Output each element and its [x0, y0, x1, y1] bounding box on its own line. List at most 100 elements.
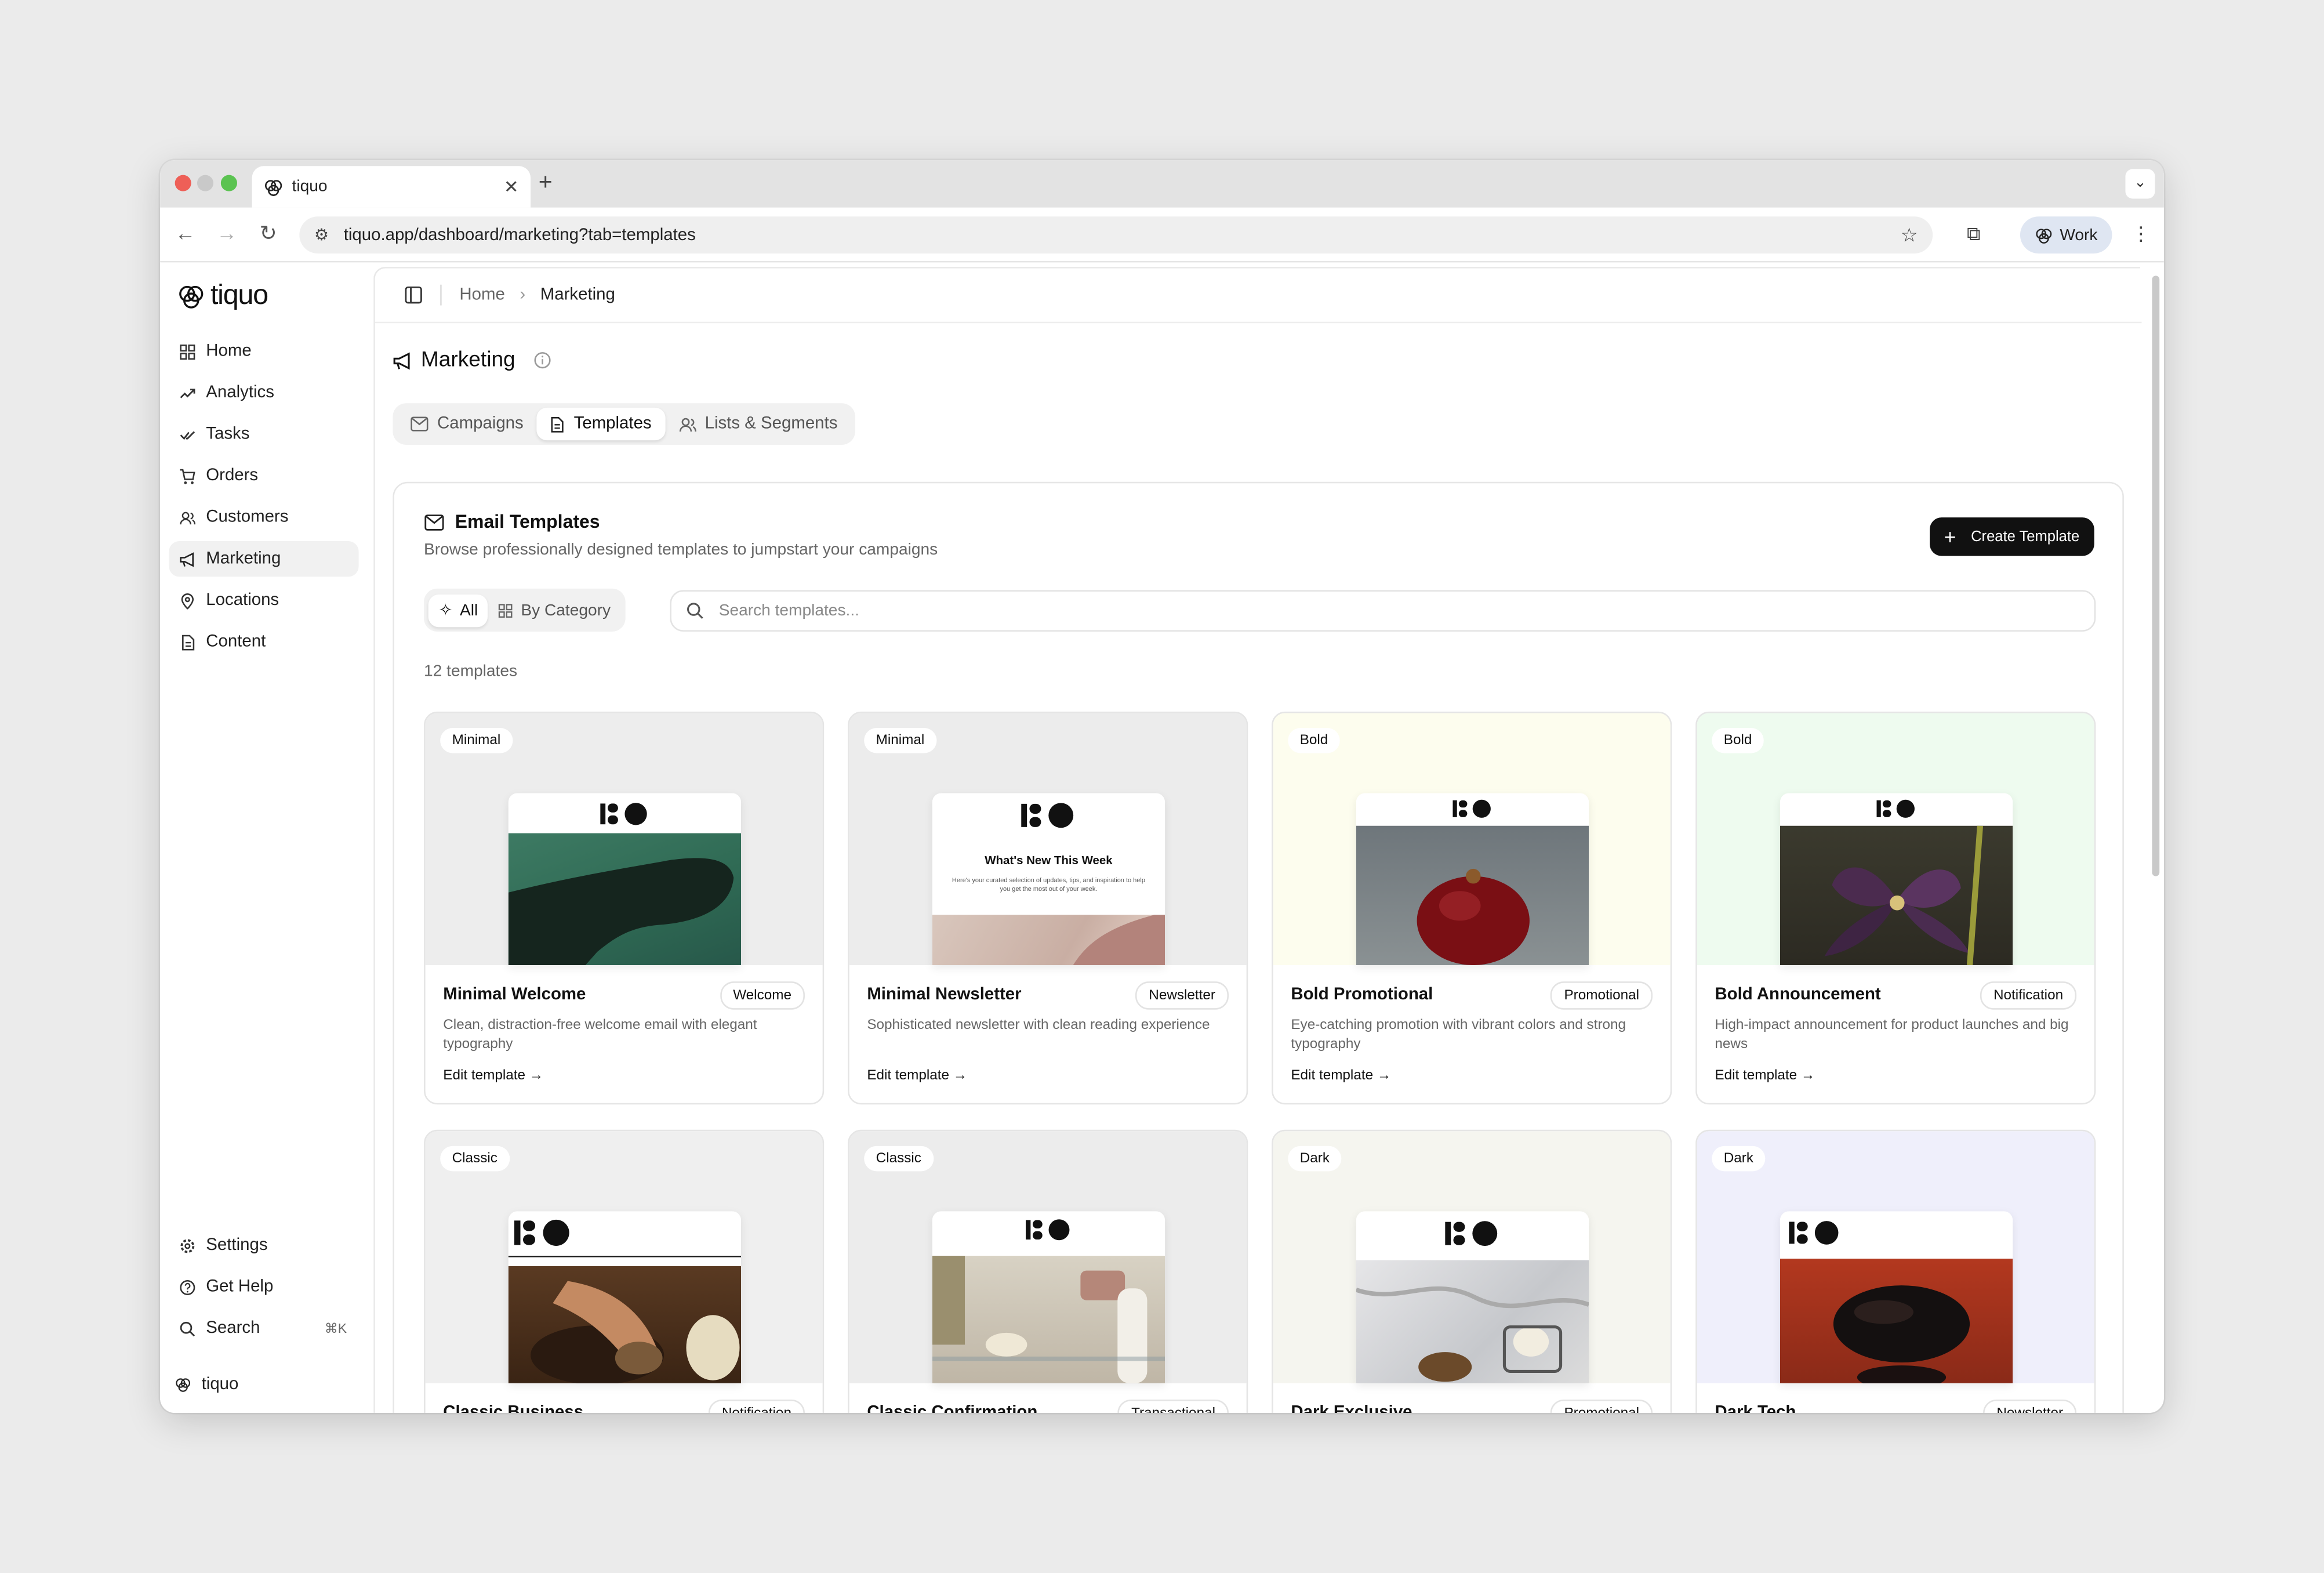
style-badge: Classic: [440, 1146, 510, 1172]
browser-menu-icon[interactable]: ⋮: [2131, 222, 2151, 246]
sidebar-item-label: Home: [206, 342, 252, 361]
tab-search-chevron-icon[interactable]: ⌄: [2125, 169, 2155, 199]
extensions-icon[interactable]: ⧉: [1967, 222, 1981, 246]
template-preview: Bold: [1697, 713, 2094, 966]
sidebar-item-label: Get Help: [206, 1278, 274, 1296]
browser-tab[interactable]: tiquo ✕: [252, 166, 531, 208]
arrow-right-icon: →: [1377, 1067, 1392, 1084]
breadcrumb-home[interactable]: Home: [459, 286, 504, 304]
pin-icon: [179, 592, 195, 609]
reload-icon[interactable]: ↻: [255, 221, 282, 246]
style-badge: Minimal: [440, 728, 513, 753]
url-text: tiquo.app/dashboard/marketing?tab=templa…: [343, 226, 696, 244]
template-card-dark-tech[interactable]: Dark Dark Tech Newsletter: [1695, 1129, 2096, 1413]
megaphone-icon: [179, 551, 195, 567]
mock-logo-icon: [932, 1219, 1165, 1248]
template-card-dark-exclusive[interactable]: Dark Dark Exclusive Promotional: [1272, 1129, 1672, 1413]
sidebar-item-label: Settings: [206, 1236, 268, 1255]
trend-icon: [179, 385, 195, 401]
panel-title: Email Templates: [424, 512, 600, 532]
template-card-minimal-welcome[interactable]: Minimal Minimal Welcome Welcome Clean, d…: [424, 711, 825, 1105]
page-title: Marketing: [393, 349, 551, 372]
close-window-button[interactable]: [175, 175, 191, 191]
template-card-classic-business[interactable]: Classic Classic Business Notification: [424, 1129, 825, 1413]
mock-image: [932, 915, 1165, 966]
sidebar-item-label: Orders: [206, 467, 259, 485]
sidebar-item-customers[interactable]: Customers: [169, 499, 358, 535]
sidebar-item-label: Marketing: [206, 550, 281, 568]
back-icon[interactable]: ←: [172, 221, 199, 245]
tab-templates[interactable]: Templates: [536, 407, 665, 441]
tab-favicon-icon: [264, 177, 283, 196]
sidebar-item-locations[interactable]: Locations: [169, 583, 358, 618]
tab-campaigns[interactable]: Campaigns: [397, 408, 537, 440]
search-templates-field[interactable]: [670, 590, 2096, 632]
mock-image: [932, 1256, 1165, 1383]
scrollbar-thumb[interactable]: [2152, 276, 2160, 876]
close-tab-icon[interactable]: ✕: [504, 176, 519, 197]
profile-button[interactable]: Work: [2020, 216, 2112, 254]
brand-logo[interactable]: tiquo: [178, 280, 268, 313]
email-mockup: [508, 793, 742, 966]
sidebar-item-home[interactable]: Home: [169, 334, 358, 369]
email-mockup: [932, 1211, 1165, 1383]
template-card-bold-announcement[interactable]: Bold Bold Announcement Notification High…: [1695, 711, 2096, 1105]
edit-template-link[interactable]: Edit template →: [1715, 1067, 1815, 1083]
mock-image: [508, 833, 742, 966]
style-badge: Bold: [1288, 728, 1340, 753]
mock-image: [1780, 1259, 2013, 1383]
brand-name: tiquo: [210, 280, 268, 311]
template-name: Dark Exclusive: [1291, 1404, 1412, 1413]
profile-logo-icon: [2035, 228, 2051, 243]
sidebar-item-get-help[interactable]: Get Help: [169, 1269, 358, 1304]
tab-lists-segments[interactable]: Lists & Segments: [665, 408, 851, 440]
maximize-window-button[interactable]: [220, 175, 237, 191]
chevron-right-icon: ›: [520, 286, 526, 305]
main-content: Home › Marketing Marketing Campaigns Tem…: [373, 267, 2142, 1413]
info-icon[interactable]: [533, 351, 551, 369]
search-templates-input[interactable]: [718, 601, 2094, 620]
template-card-minimal-newsletter[interactable]: Minimal What's New This Week Here's your…: [848, 711, 1248, 1105]
edit-template-link[interactable]: Edit template →: [867, 1067, 967, 1083]
create-template-button[interactable]: + Create Template: [1929, 517, 2094, 556]
edit-template-link[interactable]: Edit template →: [1291, 1067, 1391, 1083]
mock-heading: What's New This Week: [985, 854, 1113, 868]
template-card-bold-promotional[interactable]: Bold Bold Promotional Promotional Eye-ca…: [1272, 711, 1672, 1105]
sidebar-item-label: Content: [206, 633, 266, 651]
workspace-logo-icon: [175, 1376, 191, 1393]
toggle-sidebar-icon[interactable]: [405, 286, 423, 304]
address-bar: ← → ↻ ⚙ tiquo.app/dashboard/marketing?ta…: [160, 207, 2164, 263]
workspace-switcher[interactable]: tiquo: [169, 1367, 358, 1402]
template-name: Minimal Newsletter: [867, 985, 1022, 1004]
filter-all[interactable]: ✧ All: [428, 593, 489, 626]
sidebar-item-marketing[interactable]: Marketing: [169, 541, 359, 577]
url-field[interactable]: ⚙ tiquo.app/dashboard/marketing?tab=temp…: [299, 216, 1933, 254]
sidebar-item-content[interactable]: Content: [169, 624, 358, 659]
site-info-icon[interactable]: ⚙: [314, 226, 329, 245]
forward-icon[interactable]: →: [213, 221, 240, 245]
profile-label: Work: [2060, 226, 2098, 244]
new-tab-icon[interactable]: +: [531, 169, 560, 198]
filter-label: All: [459, 601, 478, 619]
tab-label: Templates: [573, 415, 652, 433]
minimize-window-button[interactable]: [197, 175, 214, 191]
sidebar-item-tasks[interactable]: Tasks: [169, 416, 358, 452]
mock-image: [1356, 1260, 1589, 1383]
page-scrollbar[interactable]: [2149, 267, 2160, 1413]
email-mockup: [1780, 1211, 2013, 1383]
tab-label: Campaigns: [437, 415, 524, 433]
edit-template-link[interactable]: Edit template →: [443, 1067, 543, 1083]
bookmark-star-icon[interactable]: ☆: [1901, 223, 1918, 247]
style-badge: Dark: [1712, 1146, 1766, 1172]
sidebar-item-search[interactable]: Search ⌘K: [169, 1311, 358, 1346]
sidebar-item-settings[interactable]: Settings: [169, 1227, 358, 1263]
sidebar-item-analytics[interactable]: Analytics: [169, 375, 358, 411]
grid-icon: [499, 603, 513, 617]
template-card-classic-confirmation[interactable]: Classic Classic Confirmation Transaction…: [848, 1129, 1248, 1413]
mock-divider: [508, 1256, 742, 1257]
style-badge: Classic: [864, 1146, 934, 1172]
panel-description: Browse professionally designed templates…: [424, 541, 938, 559]
sidebar-item-label: Tasks: [206, 425, 250, 444]
sidebar-item-orders[interactable]: Orders: [169, 458, 358, 494]
filter-by-category[interactable]: By Category: [488, 594, 621, 626]
